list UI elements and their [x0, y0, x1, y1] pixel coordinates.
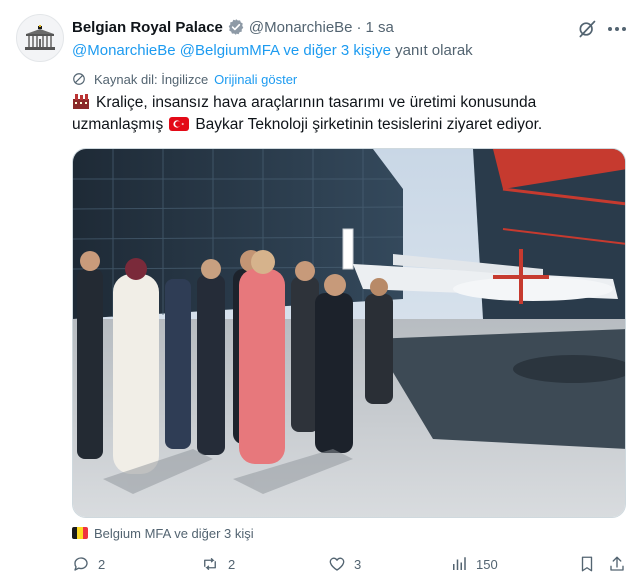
tweet-text-line1: Kraliçe, insansız hava araçlarının tasar…: [96, 94, 537, 111]
share-icon: [610, 556, 624, 571]
tagged-label: Belgium MFA ve diğer 3 kişi: [94, 525, 254, 541]
reply-count: 2: [98, 556, 106, 572]
more-icon[interactable]: [604, 18, 630, 40]
reply-button[interactable]: 2: [72, 554, 105, 574]
mention-belgiummfa[interactable]: @BelgiumMFA: [180, 42, 279, 59]
source-language: Kaynak dil: İngilizce: [94, 71, 209, 87]
tweet-text-line2b: Baykar Teknoloji şirketinin tesislerini …: [195, 116, 543, 133]
like-icon: [329, 557, 345, 571]
like-count: 3: [354, 556, 362, 572]
translation-note: Kaynak dil: İngilizce Orijinali göster: [72, 70, 297, 88]
bookmark-icon: [581, 556, 593, 572]
tweet[interactable]: Belgian Royal Palace @MonarchieBe · 1 sa…: [0, 0, 640, 576]
mention-monarchiebe[interactable]: @MonarchieBe: [72, 42, 176, 59]
tweet-line-2: uzmanlaşmış Baykar Teknoloji şirketinin …: [72, 114, 628, 136]
bookmark-button[interactable]: [578, 554, 604, 574]
replying-to: @MonarchieBe @BelgiumMFA ve diğer 3 kişi…: [72, 42, 473, 59]
repost-button[interactable]: 2: [200, 554, 235, 574]
reply-icon: [74, 557, 88, 571]
author-handle[interactable]: @MonarchieBe: [249, 19, 353, 36]
show-original-link[interactable]: Orijinali göster: [214, 72, 297, 87]
separator-dot: ·: [356, 18, 362, 36]
like-button[interactable]: 3: [328, 554, 361, 574]
grok-icon[interactable]: [576, 18, 598, 40]
factory-emoji-icon: [73, 94, 89, 109]
photo-scene: [73, 149, 625, 517]
tweet-text-line2a: uzmanlaşmış: [72, 116, 164, 133]
avatar[interactable]: [16, 14, 64, 62]
view-count: 150: [476, 556, 498, 572]
views-icon: [453, 557, 466, 570]
palace-logo-icon: [25, 25, 55, 50]
timestamp[interactable]: 1 sa: [366, 19, 394, 36]
globe-icon: [72, 72, 86, 86]
author-name[interactable]: Belgian Royal Palace: [72, 19, 223, 36]
repost-count: 2: [228, 556, 236, 572]
turkey-flag-icon: [169, 117, 190, 131]
tweet-photo[interactable]: [72, 148, 626, 518]
belgium-flag-icon: [72, 527, 88, 539]
tagged-users[interactable]: Belgium MFA ve diğer 3 kişi: [72, 524, 254, 542]
action-bar: 2 2 3 150: [72, 554, 628, 574]
tweet-header: Belgian Royal Palace @MonarchieBe · 1 sa: [72, 16, 394, 38]
share-button[interactable]: [608, 554, 634, 574]
repost-icon: [204, 558, 216, 570]
tweet-line-1: Kraliçe, insansız hava araçlarının tasar…: [72, 92, 628, 114]
mention-others[interactable]: ve diğer 3 kişiye: [283, 42, 391, 59]
views-button[interactable]: 150: [450, 554, 498, 574]
verified-badge-icon[interactable]: [227, 18, 245, 36]
tweet-text: Kraliçe, insansız hava araçlarının tasar…: [72, 92, 628, 136]
reply-suffix: yanıt olarak: [395, 42, 473, 59]
